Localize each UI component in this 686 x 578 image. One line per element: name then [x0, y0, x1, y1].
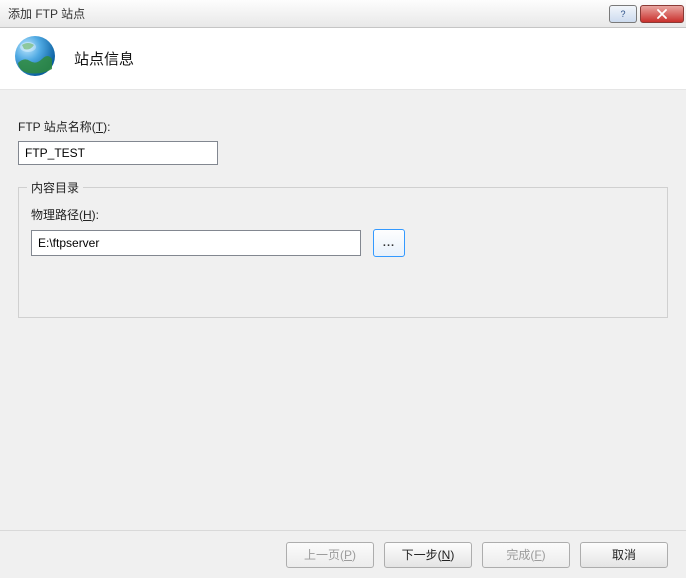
window-title: 添加 FTP 站点 [8, 5, 85, 22]
browse-button[interactable]: ... [373, 229, 405, 257]
wizard-header: 站点信息 [0, 28, 686, 90]
next-button[interactable]: 下一步(N) [384, 542, 472, 568]
finish-button: 完成(F) [482, 542, 570, 568]
globe-icon [12, 33, 58, 84]
wizard-footer: 上一页(P) 下一步(N) 完成(F) 取消 [0, 530, 686, 578]
content-directory-fieldset: 内容目录 物理路径(H): ... [18, 187, 668, 318]
site-name-label: FTP 站点名称(T): [18, 118, 668, 135]
previous-button: 上一页(P) [286, 542, 374, 568]
fieldset-legend: 内容目录 [27, 179, 83, 196]
physical-path-input[interactable] [31, 230, 361, 256]
help-button[interactable]: ? [609, 5, 637, 23]
page-title: 站点信息 [74, 48, 134, 69]
site-name-input[interactable] [18, 141, 218, 165]
physical-path-row: ... [31, 229, 655, 257]
close-icon [656, 9, 668, 19]
svg-text:?: ? [620, 9, 625, 19]
ellipsis-icon: ... [383, 237, 395, 249]
wizard-body: FTP 站点名称(T): 内容目录 物理路径(H): ... [0, 90, 686, 530]
question-icon: ? [618, 9, 628, 19]
title-bar: 添加 FTP 站点 ? [0, 0, 686, 28]
physical-path-label: 物理路径(H): [31, 206, 655, 223]
close-button[interactable] [640, 5, 684, 23]
cancel-button[interactable]: 取消 [580, 542, 668, 568]
